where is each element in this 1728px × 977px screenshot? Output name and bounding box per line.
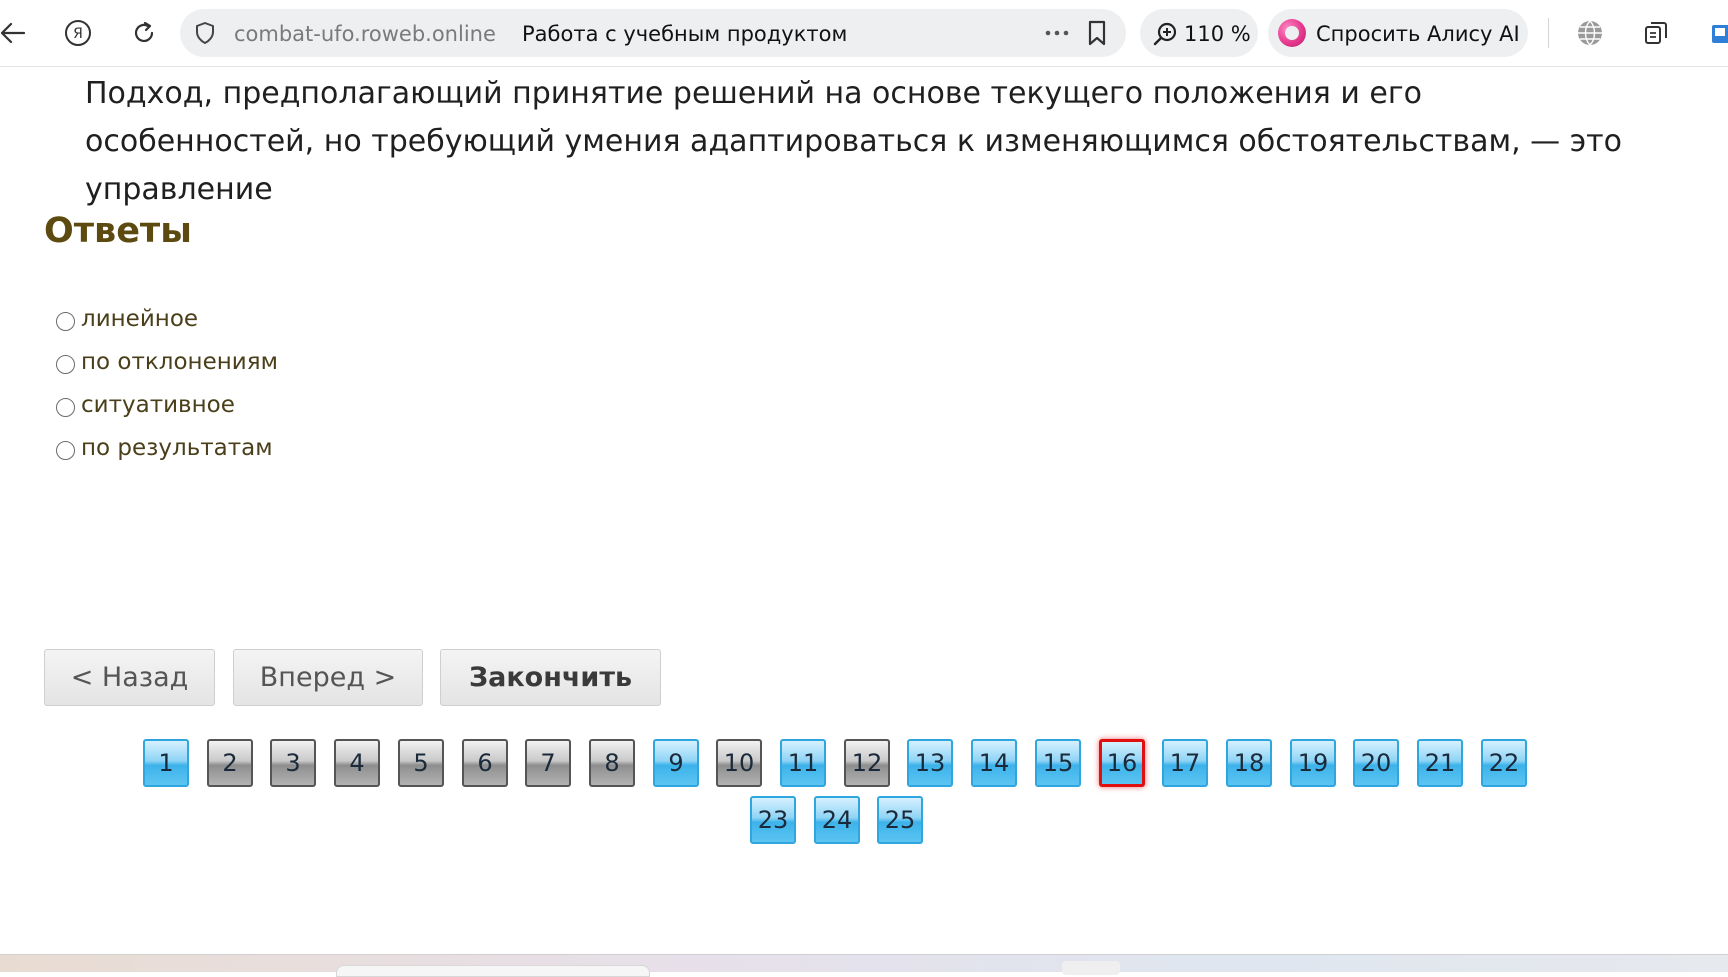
radio-button[interactable] [56, 355, 75, 374]
page-button-24[interactable]: 24 [814, 796, 860, 844]
page-button-3[interactable]: 3 [270, 739, 316, 787]
zoom-indicator[interactable]: 110 % [1140, 9, 1258, 57]
page-button-16[interactable]: 16 [1099, 739, 1145, 787]
zoom-level: 110 % [1184, 22, 1251, 46]
page-button-14[interactable]: 14 [971, 739, 1017, 787]
alice-logo-icon [1278, 19, 1306, 47]
toolbar-divider [1548, 18, 1549, 48]
back-button[interactable]: < Назад [44, 649, 215, 706]
answers-heading: Ответы [44, 211, 192, 251]
page-button-12[interactable]: 12 [844, 739, 890, 787]
bottom-tab[interactable] [336, 965, 650, 977]
finish-button[interactable]: Закончить [440, 649, 661, 706]
question-text: Подход, предполагающий принятие решений … [85, 76, 1623, 207]
address-bar[interactable]: combat-ufo.roweb.online Работа с учебным… [180, 9, 1126, 57]
radio-button[interactable] [56, 398, 75, 417]
page-button-2[interactable]: 2 [207, 739, 253, 787]
page-button-21[interactable]: 21 [1417, 739, 1463, 787]
translate-globe-icon[interactable] [1570, 13, 1610, 53]
page-button-18[interactable]: 18 [1226, 739, 1272, 787]
ask-alice-button[interactable]: Спросить Алису AI [1268, 9, 1528, 57]
answer-option[interactable]: линейное [56, 297, 278, 340]
answer-label: линейное [81, 305, 199, 332]
page-button-5[interactable]: 5 [398, 739, 444, 787]
radio-button[interactable] [56, 441, 75, 460]
page-button-4[interactable]: 4 [334, 739, 380, 787]
ask-alice-label: Спросить Алису AI [1316, 22, 1520, 46]
tabs-collection-icon[interactable] [1636, 13, 1676, 53]
radio-button[interactable] [56, 312, 75, 331]
zoom-magnifier-icon [1153, 22, 1177, 46]
shield-icon [196, 22, 214, 44]
bottom-tab-small[interactable] [1062, 961, 1120, 975]
extension-icon[interactable] [1700, 13, 1728, 53]
page-button-11[interactable]: 11 [780, 739, 826, 787]
answer-option[interactable]: по отклонениям [56, 340, 278, 383]
page-button-25[interactable]: 25 [877, 796, 923, 844]
url-domain: combat-ufo.roweb.online [234, 22, 496, 46]
page-button-19[interactable]: 19 [1290, 739, 1336, 787]
page-button-22[interactable]: 22 [1481, 739, 1527, 787]
reload-icon[interactable] [124, 13, 164, 53]
page-button-17[interactable]: 17 [1162, 739, 1208, 787]
page-button-10[interactable]: 10 [716, 739, 762, 787]
bottom-bar [0, 954, 1728, 977]
page-button-8[interactable]: 8 [589, 739, 635, 787]
answer-label: по отклонениям [81, 348, 278, 375]
bookmark-icon[interactable] [1086, 19, 1108, 47]
answer-option[interactable]: ситуативное [56, 383, 278, 426]
answer-label: ситуативное [81, 391, 235, 418]
forward-button[interactable]: Вперед > [233, 649, 423, 706]
page-button-13[interactable]: 13 [907, 739, 953, 787]
browser-toolbar: Я combat-ufo.roweb.online Работа с учебн… [0, 0, 1728, 67]
page-button-9[interactable]: 9 [653, 739, 699, 787]
back-arrow-icon[interactable] [0, 13, 32, 53]
yandex-logo-icon[interactable]: Я [58, 13, 98, 53]
page-button-6[interactable]: 6 [462, 739, 508, 787]
page-title: Работа с учебным продуктом [522, 22, 848, 46]
page-button-20[interactable]: 20 [1353, 739, 1399, 787]
page-button-23[interactable]: 23 [750, 796, 796, 844]
page-button-1[interactable]: 1 [143, 739, 189, 787]
page-button-15[interactable]: 15 [1035, 739, 1081, 787]
answer-label: по результатам [81, 434, 273, 461]
more-dots-icon[interactable] [1042, 22, 1072, 44]
svg-text:Я: Я [73, 26, 83, 42]
answer-option[interactable]: по результатам [56, 426, 278, 469]
answer-options: линейное по отклонениям ситуативное по р… [56, 297, 278, 469]
page-button-7[interactable]: 7 [525, 739, 571, 787]
